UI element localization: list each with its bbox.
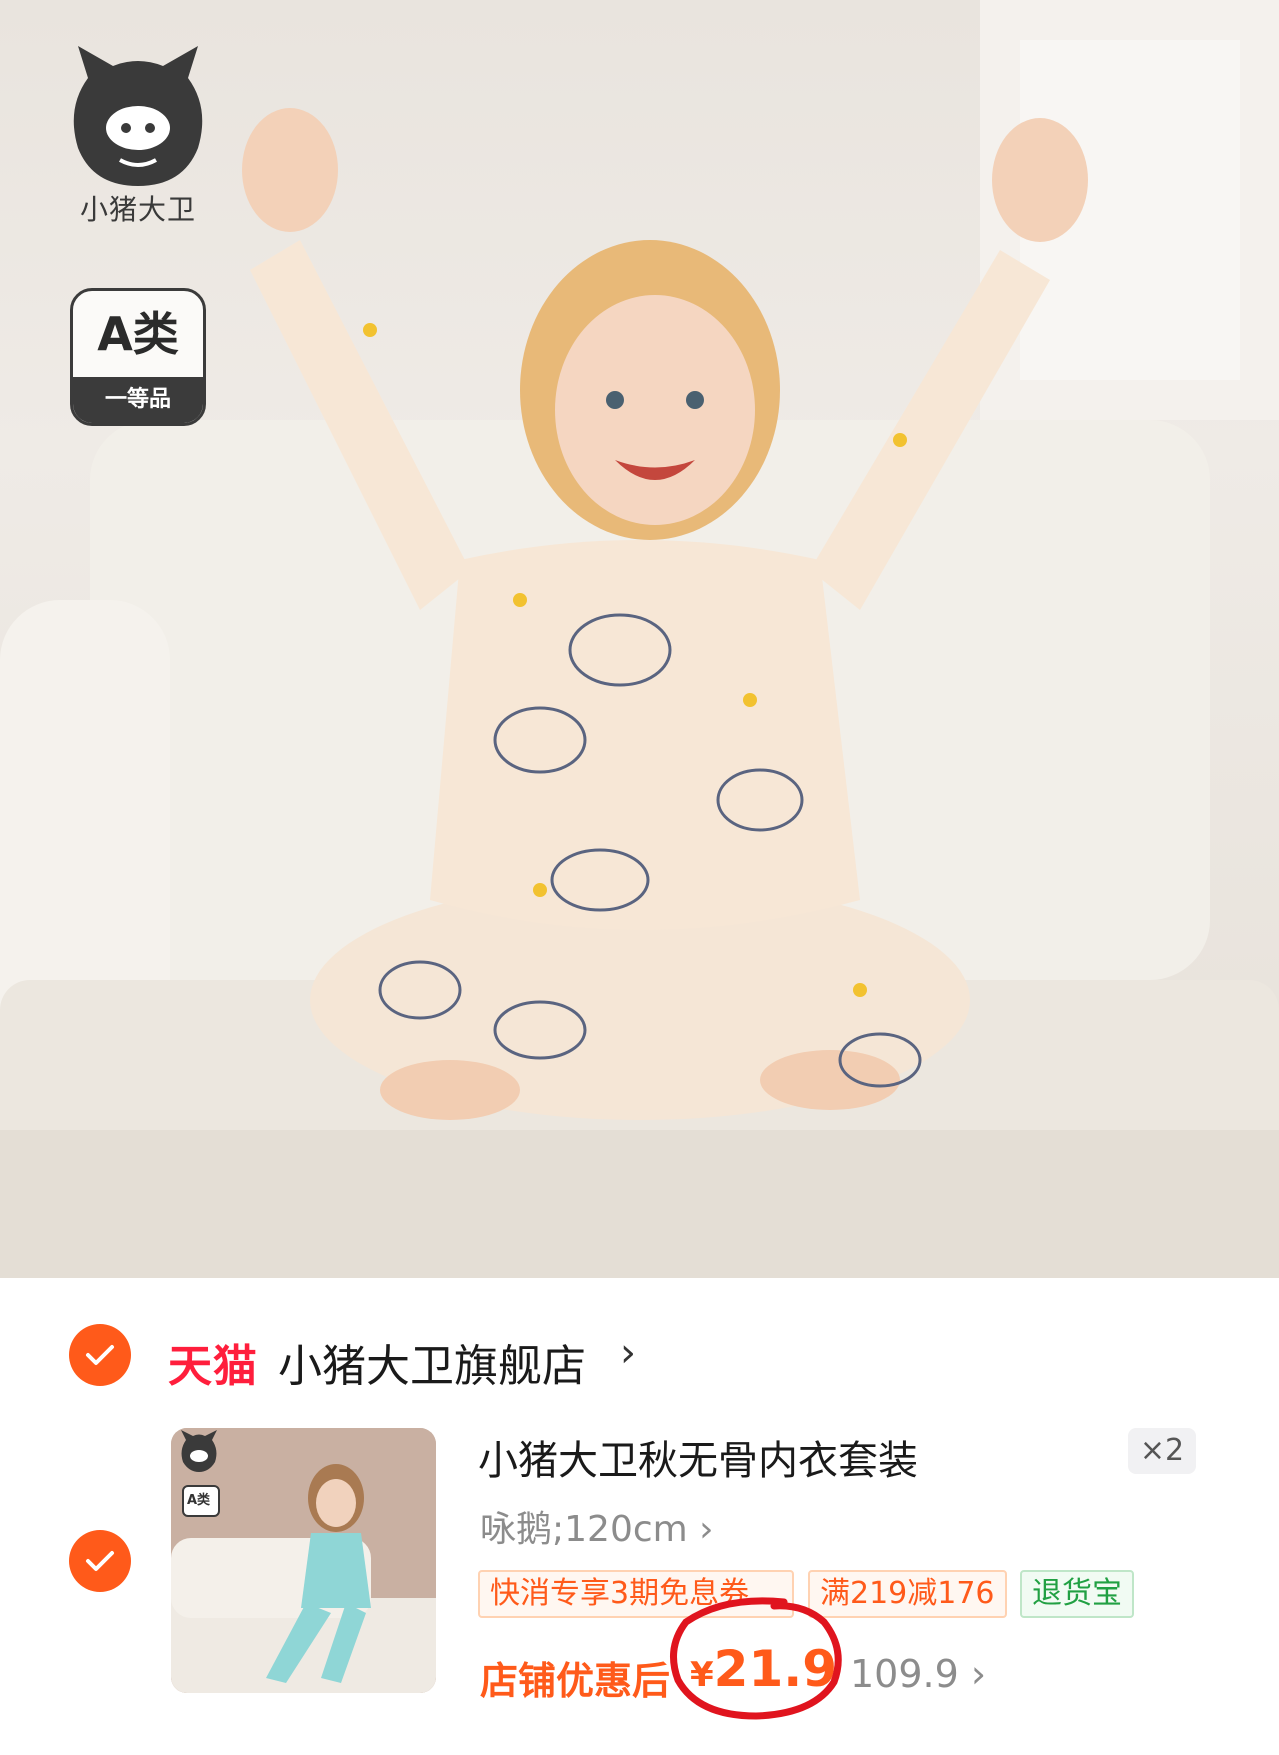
- item-select-checkbox[interactable]: [69, 1530, 131, 1592]
- red-circle-annotation: [670, 1597, 842, 1720]
- chevron-right-icon[interactable]: ›: [620, 1330, 636, 1376]
- pig-icon: [73, 46, 203, 186]
- check-icon: [86, 1345, 114, 1365]
- store-name[interactable]: 小猪大卫旗舰店: [278, 1330, 586, 1394]
- tmall-label: 天猫: [168, 1341, 258, 1392]
- thumbnail-illustration: [171, 1428, 436, 1693]
- store-select-checkbox[interactable]: [69, 1324, 131, 1386]
- store-row[interactable]: 天猫 小猪大卫旗舰店 ›: [0, 1316, 1279, 1396]
- brand-logo-text: 小猪大卫: [79, 193, 196, 226]
- product-hero-image[interactable]: 小猪大卫 A类 一等品: [0, 0, 1279, 1278]
- promo-tag-return-insurance: 退货宝: [1020, 1570, 1134, 1618]
- product-title[interactable]: 小猪大卫秋无骨内衣套装: [478, 1428, 918, 1486]
- grade-badge: A类 一等品: [70, 288, 206, 426]
- original-price[interactable]: 109.9 ›: [850, 1652, 986, 1696]
- cart-order-card: 天猫 小猪大卫旗舰店 › A类 小猪大卫秋无骨内衣套装 ×2 咏鹅;120cm …: [0, 1278, 1279, 1755]
- grade-badge-main: A类: [97, 307, 179, 361]
- brand-logo: 小猪大卫: [58, 38, 218, 228]
- check-icon: [86, 1551, 114, 1571]
- grade-badge-sub: 一等品: [73, 377, 203, 423]
- price-label: 店铺优惠后: [480, 1659, 671, 1703]
- quantity-badge[interactable]: ×2: [1128, 1428, 1196, 1474]
- variant-selector[interactable]: 咏鹅;120cm ›: [480, 1500, 714, 1552]
- product-thumbnail[interactable]: A类: [171, 1428, 436, 1693]
- thumbnail-grade-badge: A类: [187, 1493, 211, 1508]
